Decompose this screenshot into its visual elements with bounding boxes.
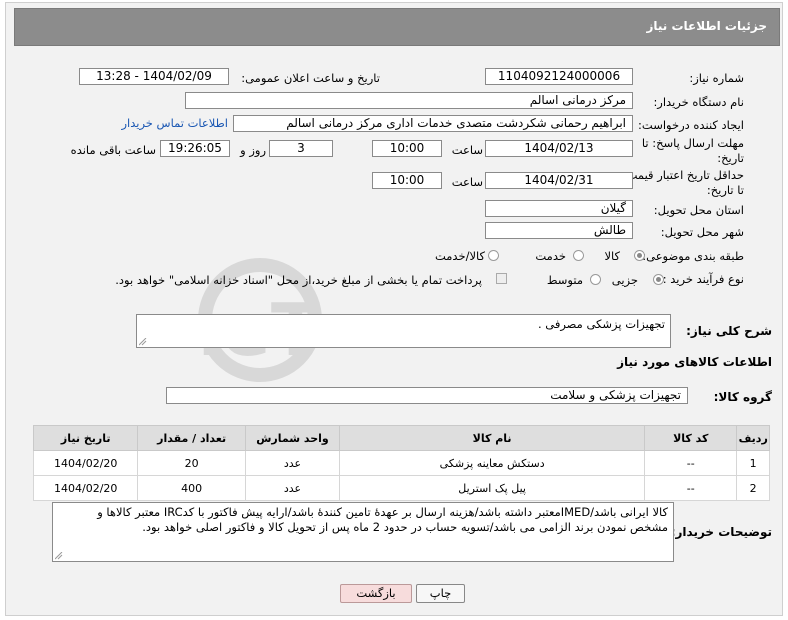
category-label: طبقه بندی موضوعی: — [642, 249, 744, 263]
days-label: روز و — [240, 143, 266, 157]
buyer-notes-text: کالا ایرانی باشد/IMEDمعتبر داشته باشد/هز… — [97, 505, 668, 534]
resize-grip-icon[interactable] — [139, 338, 147, 346]
description-label: شرح کلی نیاز: — [686, 324, 772, 338]
deadline-label-line2: تاریخ: — [717, 151, 744, 165]
cell-name: دستکش معاینه پزشکی — [339, 450, 646, 476]
province-field[interactable]: گیلان — [485, 200, 633, 217]
cell-date: 1404/02/20 — [32, 450, 139, 476]
price-validity-label-line1: حداقل تاریخ اعتبار قیمت: — [622, 168, 744, 182]
group-field[interactable]: تجهیزات پزشکی و سلامت — [166, 387, 688, 404]
buyer-field[interactable]: مرکز درمانی اسالم — [185, 92, 633, 109]
table-row[interactable]: 1 -- دستکش معاینه پزشکی عدد 20 1404/02/2… — [32, 450, 770, 476]
city-field[interactable]: طالش — [485, 222, 633, 239]
deadline-label-line1: مهلت ارسال پاسخ: تا — [641, 136, 744, 150]
category-radio-goods-service[interactable] — [488, 250, 499, 261]
goods-info-title: اطلاعات کالاهای مورد نیاز — [617, 355, 772, 369]
remaining-time-field[interactable]: 19:26:05 — [160, 140, 230, 157]
price-validity-label-line2: تا تاریخ: — [706, 183, 744, 197]
city-label: شهر محل تحویل: — [660, 225, 744, 239]
process-radio-medium[interactable] — [590, 274, 601, 285]
cell-date: 1404/02/20 — [32, 475, 139, 501]
buyer-label: نام دستگاه خریدار: — [653, 95, 744, 109]
need-number-label: شماره نیاز: — [689, 71, 744, 85]
page-header: جزئیات اطلاعات نیاز — [14, 8, 780, 46]
print-button[interactable]: چاپ — [416, 584, 465, 603]
col-header-unit: واحد شمارش — [244, 425, 341, 451]
deadline-date-field[interactable]: 1404/02/13 — [485, 140, 633, 157]
back-button[interactable]: بازگشت — [340, 584, 412, 603]
group-label: گروه کالا: — [713, 390, 772, 404]
announce-field[interactable]: 1404/02/09 - 13:28 — [79, 68, 229, 85]
price-date-field[interactable]: 1404/02/31 — [485, 172, 633, 189]
treasury-checkbox[interactable] — [496, 273, 507, 284]
resize-grip-icon[interactable] — [55, 552, 63, 560]
province-label: استان محل تحویل: — [653, 203, 744, 217]
process-label: نوع فرآیند خرید : — [662, 272, 744, 286]
items-table: ردیف کد کالا نام کالا واحد شمارش تعداد /… — [32, 425, 770, 501]
table-header-row: ردیف کد کالا نام کالا واحد شمارش تعداد /… — [32, 425, 770, 451]
payment-note: پرداخت تمام یا بخشی از مبلغ خرید،از محل … — [115, 273, 482, 287]
col-header-date: تاریخ نیاز — [32, 425, 139, 451]
price-time-label: ساعت — [451, 175, 483, 189]
creator-field[interactable]: ابراهیم رحمانی شکردشت متصدی خدمات اداری … — [233, 115, 633, 132]
col-header-quantity: تعداد / مقدار — [137, 425, 246, 451]
cell-row-number: 1 — [736, 450, 770, 476]
buyer-notes-field[interactable]: کالا ایرانی باشد/IMEDمعتبر داشته باشد/هز… — [52, 502, 674, 562]
col-header-row-number: ردیف — [736, 425, 770, 451]
category-option-goods: کالا — [604, 249, 620, 263]
deadline-time-field[interactable]: 10:00 — [372, 140, 442, 157]
price-time-field[interactable]: 10:00 — [372, 172, 442, 189]
deadline-time-label: ساعت — [451, 143, 483, 157]
buyer-contact-link[interactable]: اطلاعات تماس خریدار — [121, 116, 228, 130]
category-option-goods-service: کالا/خدمت — [434, 249, 485, 263]
category-radio-goods[interactable] — [634, 250, 645, 261]
cell-unit: عدد — [244, 450, 341, 476]
announce-label: تاریخ و ساعت اعلان عمومی: — [241, 71, 380, 85]
creator-label: ایجاد کننده درخواست: — [638, 118, 744, 132]
cell-quantity: 20 — [137, 450, 246, 476]
need-number-field[interactable]: 1104092124000006 — [485, 68, 633, 85]
days-field[interactable]: 3 — [269, 140, 333, 157]
page-title: جزئیات اطلاعات نیاز — [646, 19, 767, 33]
cell-code: -- — [644, 475, 738, 501]
cell-row-number: 2 — [736, 475, 770, 501]
description-field[interactable]: تجهیزات پزشکی مصرفی . — [136, 314, 671, 348]
cell-unit: عدد — [244, 475, 341, 501]
remaining-label: ساعت باقی مانده — [70, 143, 156, 157]
process-option-medium: متوسط — [546, 273, 583, 287]
process-radio-minor[interactable] — [653, 274, 664, 285]
cell-quantity: 400 — [137, 475, 246, 501]
category-radio-service[interactable] — [573, 250, 584, 261]
cell-name: پیل پک استریل — [339, 475, 646, 501]
buyer-notes-label: توضیحات خریدار: — [670, 525, 772, 539]
table-row[interactable]: 2 -- پیل پک استریل عدد 400 1404/02/20 — [32, 475, 770, 501]
description-text: تجهیزات پزشکی مصرفی . — [537, 317, 665, 331]
process-option-minor: جزیی — [611, 273, 638, 287]
col-header-code: کد کالا — [644, 425, 738, 451]
category-option-service: خدمت — [535, 249, 566, 263]
col-header-name: نام کالا — [339, 425, 646, 451]
cell-code: -- — [644, 450, 738, 476]
